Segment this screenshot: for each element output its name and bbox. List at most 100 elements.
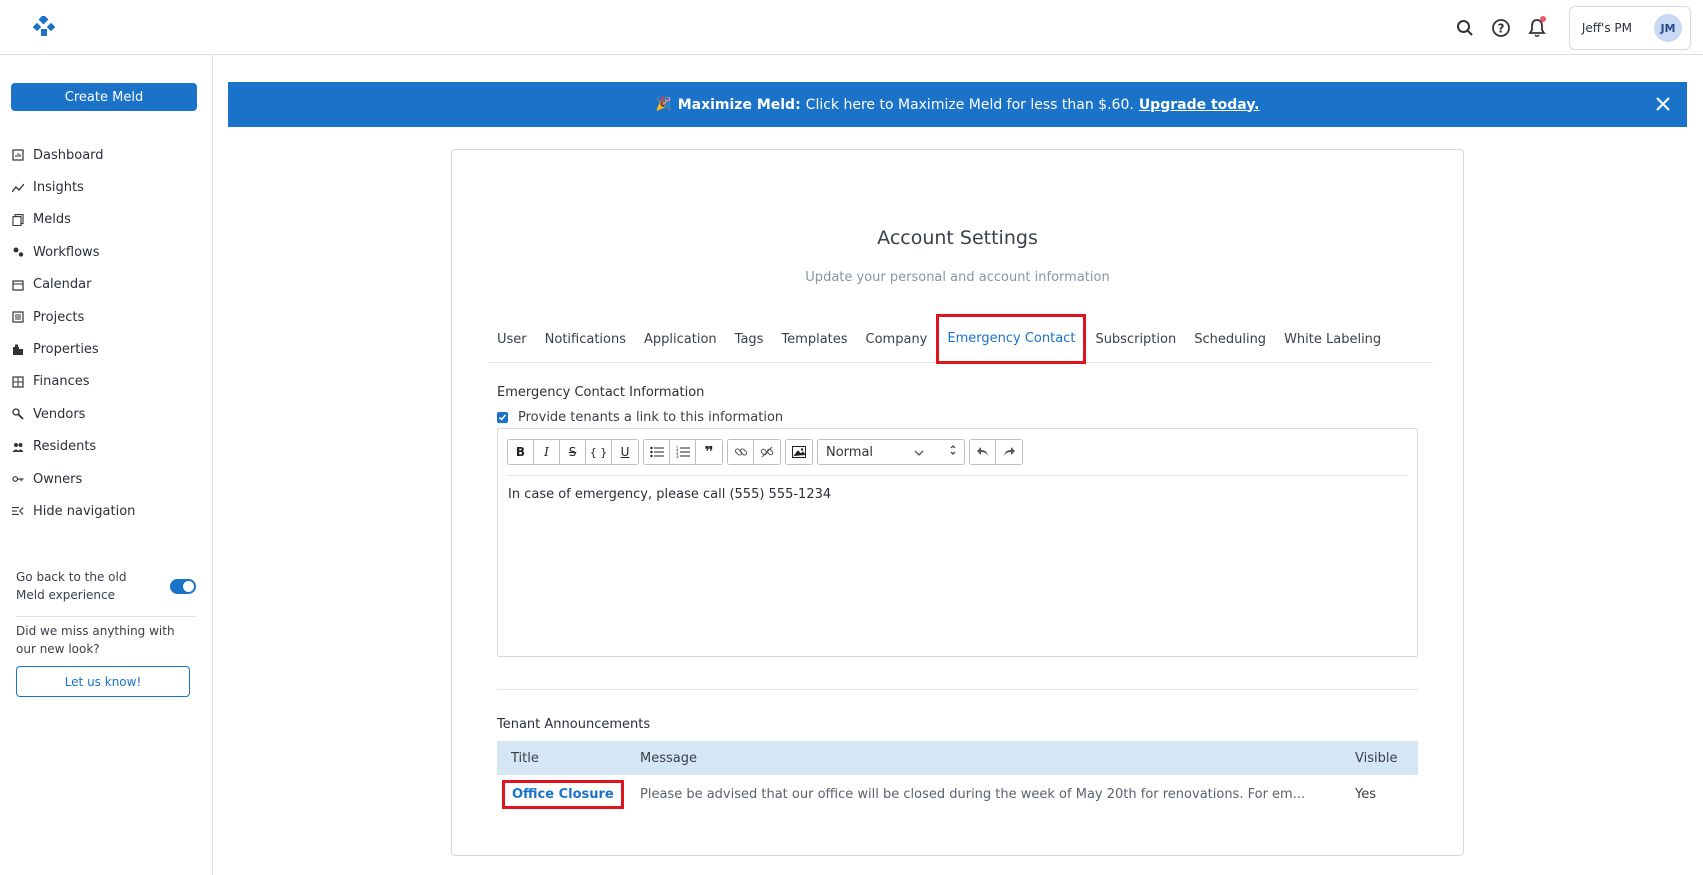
- link-group: [727, 439, 781, 465]
- tab-subscription[interactable]: Subscription: [1086, 317, 1185, 362]
- upgrade-link[interactable]: Upgrade today.: [1139, 97, 1260, 113]
- provide-link-checkbox[interactable]: [497, 412, 508, 423]
- calendar-icon: [12, 279, 24, 291]
- hide-navigation-icon: [12, 505, 24, 517]
- underline-icon[interactable]: U: [612, 440, 638, 464]
- history-group: [969, 439, 1023, 465]
- sidebar-item-label: Dashboard: [33, 147, 104, 163]
- chevron-down-icon: [914, 445, 924, 460]
- redo-icon[interactable]: [996, 440, 1022, 464]
- notifications-bell-icon[interactable]: [1519, 10, 1555, 46]
- sidebar-item-label: Owners: [33, 471, 83, 487]
- sidebar-item-finances[interactable]: Finances: [12, 366, 202, 398]
- code-icon[interactable]: { }: [586, 440, 612, 464]
- select-arrows-icon: [950, 444, 956, 460]
- table-header: Title Message Visible: [497, 741, 1418, 775]
- sidebar-item-label: Properties: [33, 342, 99, 358]
- tab-application[interactable]: Application: [635, 317, 726, 362]
- bold-icon[interactable]: B: [508, 440, 534, 464]
- settings-tabs: User Notifications Application Tags Temp…: [488, 313, 1433, 364]
- insights-icon: [12, 182, 24, 194]
- sidebar-divider: [16, 616, 196, 617]
- link-icon[interactable]: [728, 440, 754, 464]
- vendors-icon: [12, 408, 24, 420]
- text-format-select[interactable]: Normal: [817, 439, 965, 465]
- party-popper-icon: 🎉: [655, 97, 672, 112]
- bulleted-list-icon[interactable]: [644, 440, 670, 464]
- top-bar: ? Jeff's PM JM: [0, 0, 1703, 55]
- announcement-title-link[interactable]: Office Closure: [502, 779, 624, 809]
- sidebar-item-properties[interactable]: Properties: [12, 333, 202, 365]
- sidebar-item-projects[interactable]: Projects: [12, 301, 202, 333]
- sidebar-item-label: Hide navigation: [33, 503, 136, 519]
- rich-text-editor: B I S { } U 123 ❞ Normal In case of emer…: [497, 428, 1418, 657]
- search-icon[interactable]: [1447, 10, 1483, 46]
- sidebar-item-label: Projects: [33, 309, 85, 325]
- top-icons: ? Jeff's PM JM: [1447, 6, 1691, 50]
- projects-icon: [12, 311, 24, 323]
- sidebar-item-label: Melds: [33, 212, 71, 228]
- svg-text:3: 3: [676, 454, 679, 458]
- help-icon[interactable]: ?: [1483, 10, 1519, 46]
- announcements-table: Title Message Visible Office Closure Ple…: [497, 741, 1418, 813]
- sidebar-item-label: Vendors: [33, 406, 86, 422]
- tab-user[interactable]: User: [488, 317, 536, 362]
- sidebar-item-dashboard[interactable]: Dashboard: [12, 139, 202, 171]
- tab-scheduling[interactable]: Scheduling: [1185, 317, 1275, 362]
- sidebar-item-workflows[interactable]: Workflows: [12, 236, 202, 268]
- image-icon[interactable]: [786, 440, 812, 464]
- numbered-list-icon[interactable]: 123: [670, 440, 696, 464]
- column-visible: Visible: [1355, 750, 1398, 766]
- tab-company[interactable]: Company: [857, 317, 937, 362]
- finances-icon: [12, 376, 24, 388]
- undo-icon[interactable]: [970, 440, 996, 464]
- provide-link-label: Provide tenants a link to this informati…: [518, 410, 784, 425]
- properties-icon: [12, 344, 24, 356]
- tab-tags[interactable]: Tags: [726, 317, 773, 362]
- svg-text:?: ?: [1497, 22, 1504, 36]
- blockquote-icon[interactable]: ❞: [696, 440, 722, 464]
- sidebar-item-label: Residents: [33, 439, 97, 455]
- list-group: 123 ❞: [643, 439, 723, 465]
- unlink-icon[interactable]: [754, 440, 780, 464]
- sidebar-item-vendors[interactable]: Vendors: [12, 398, 202, 430]
- page-subtitle: Update your personal and account informa…: [805, 270, 1110, 285]
- tab-white-labeling[interactable]: White Labeling: [1275, 317, 1390, 362]
- sidebar-item-residents[interactable]: Residents: [12, 431, 202, 463]
- create-meld-button[interactable]: Create Meld: [11, 83, 197, 111]
- workflows-icon: [12, 246, 24, 258]
- sidebar-item-label: Finances: [33, 374, 90, 390]
- tenant-announcements-heading: Tenant Announcements: [497, 717, 651, 732]
- editor-divider: [507, 475, 1408, 476]
- emergency-contact-heading: Emergency Contact Information: [497, 385, 705, 400]
- tab-notifications[interactable]: Notifications: [536, 317, 635, 362]
- sidebar-item-insights[interactable]: Insights: [12, 171, 202, 203]
- editor-content[interactable]: In case of emergency, please call (555) …: [508, 487, 831, 502]
- old-experience-toggle[interactable]: [170, 578, 196, 594]
- account-menu[interactable]: Jeff's PM JM: [1568, 6, 1691, 50]
- sidebar-item-owners[interactable]: Owners: [12, 463, 202, 495]
- dashboard-icon: [12, 149, 24, 161]
- sidebar-item-calendar[interactable]: Calendar: [12, 269, 202, 301]
- tab-templates[interactable]: Templates: [772, 317, 856, 362]
- tab-emergency-contact[interactable]: Emergency Contact: [936, 313, 1087, 364]
- account-name: Jeff's PM: [1581, 21, 1632, 35]
- sidebar-item-label: Insights: [33, 180, 84, 196]
- sidebar-nav: Dashboard Insights Melds Workflows Calen…: [12, 139, 202, 528]
- old-experience-toggle-row: Go back to the old Meld experience: [16, 568, 196, 604]
- sidebar-item-hide-navigation[interactable]: Hide navigation: [12, 495, 202, 527]
- toggle-label: Go back to the old Meld experience: [16, 570, 127, 602]
- announcement-visible: Yes: [1355, 786, 1376, 802]
- let-us-know-button[interactable]: Let us know!: [16, 666, 190, 697]
- meld-logo-icon[interactable]: [32, 14, 56, 36]
- strikethrough-icon[interactable]: S: [560, 440, 586, 464]
- close-icon[interactable]: [1653, 94, 1673, 114]
- sidebar-item-melds[interactable]: Melds: [12, 204, 202, 236]
- italic-icon[interactable]: I: [534, 440, 560, 464]
- provide-link-row: Provide tenants a link to this informati…: [497, 410, 783, 425]
- column-title: Title: [511, 750, 539, 766]
- banner-text: Click here to Maximize Meld for less tha…: [805, 96, 1134, 113]
- banner-bold: Maximize Meld:: [677, 96, 801, 113]
- upgrade-banner[interactable]: 🎉 Maximize Meld: Click here to Maximize …: [228, 82, 1687, 127]
- image-group: [785, 439, 813, 465]
